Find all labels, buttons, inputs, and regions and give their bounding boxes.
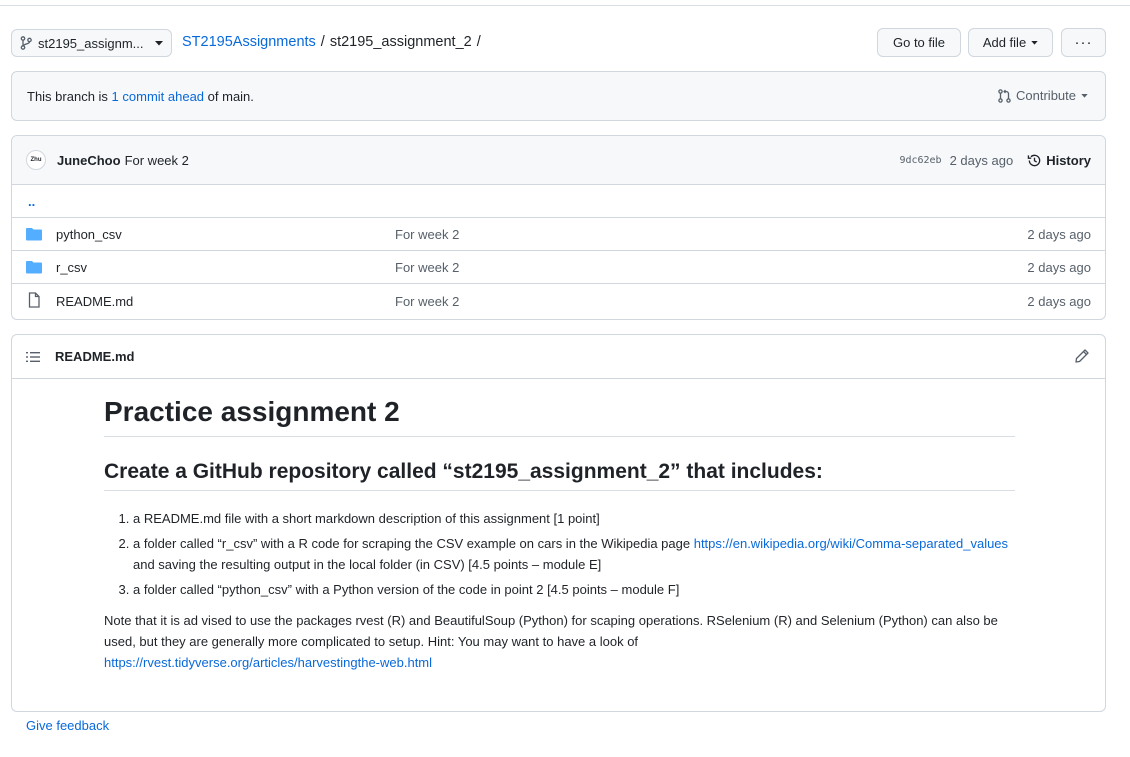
parent-directory-row[interactable]: .. — [12, 185, 1105, 218]
history-label: History — [1046, 153, 1091, 168]
readme-note-text: Note that it is ad vised to use the pack… — [104, 612, 998, 649]
git-branch-icon — [20, 36, 32, 50]
file-date: 2 days ago — [1027, 293, 1091, 309]
folder-icon — [26, 261, 42, 274]
add-file-button[interactable]: Add file — [968, 28, 1053, 57]
folder-icon — [26, 228, 42, 241]
list-item-text: and saving the resulting output in the l… — [133, 556, 602, 572]
breadcrumb-current-dir: st2195_assignment_2 — [329, 34, 472, 50]
file-commit-message[interactable]: For week 2 — [395, 294, 459, 309]
go-to-file-label: Go to file — [892, 35, 946, 50]
branch-selector-button[interactable]: st2195_assignm... — [11, 29, 172, 57]
list-item-text: a folder called “r_csv” with a R code fo… — [133, 535, 694, 551]
breadcrumb: ST2195Assignments / st2195_assignment_2 … — [182, 34, 481, 50]
list-item: a folder called “r_csv” with a R code fo… — [133, 533, 1015, 575]
branch-name: st2195_assignm... — [38, 35, 144, 51]
readme-list: a README.md file with a short markdown d… — [104, 508, 1015, 600]
avatar[interactable]: Zhu — [26, 150, 46, 170]
pencil-icon[interactable] — [1074, 348, 1090, 364]
breadcrumb-separator: / — [320, 34, 325, 50]
readme-heading-2: Create a GitHub repository called “st219… — [104, 459, 1015, 491]
breadcrumb-repo-link[interactable]: ST2195Assignments — [182, 34, 316, 50]
commit-time: 2 days ago — [949, 153, 1014, 168]
readme-heading-1: Practice assignment 2 — [104, 395, 1015, 437]
branch-ahead-prefix: This branch is — [27, 88, 112, 104]
wikipedia-link[interactable]: https://en.wikipedia.org/wiki/Comma-sepa… — [694, 536, 1008, 551]
commit-sha[interactable]: 9dc62eb — [899, 155, 941, 166]
contribute-button[interactable]: Contribute — [998, 88, 1088, 103]
branch-ahead-suffix: of main. — [204, 88, 254, 104]
file-row[interactable]: README.md For week 2 2 days ago — [12, 284, 1105, 318]
contribute-label: Contribute — [1016, 88, 1076, 103]
top-divider — [0, 5, 1130, 6]
parent-directory-link[interactable]: .. — [28, 194, 35, 209]
list-item: a folder called “python_csv” with a Pyth… — [133, 579, 1015, 600]
git-pull-request-icon — [998, 88, 1011, 103]
file-name[interactable]: python_csv — [56, 227, 122, 242]
add-file-label: Add file — [982, 35, 1027, 50]
file-name[interactable]: README.md — [56, 294, 133, 309]
file-date: 2 days ago — [1027, 226, 1091, 242]
file-row[interactable]: r_csv For week 2 2 days ago — [12, 251, 1105, 284]
go-to-file-button[interactable]: Go to file — [877, 28, 961, 57]
readme-panel: README.md Practice assignment 2 Create a… — [11, 334, 1106, 712]
caret-down-icon — [155, 40, 163, 45]
list-unordered-icon[interactable] — [26, 351, 40, 363]
file-commit-message[interactable]: For week 2 — [395, 227, 459, 242]
latest-commit-row: Zhu JuneChoo For week 2 9dc62eb 2 days a… — [12, 136, 1105, 185]
readme-filename: README.md — [55, 349, 135, 364]
branch-ahead-banner: This branch is 1 commit ahead of main. C… — [11, 71, 1106, 121]
commit-message[interactable]: For week 2 — [125, 153, 189, 168]
branch-ahead-text: This branch is 1 commit ahead of main. — [27, 89, 254, 104]
breadcrumb-separator: / — [476, 34, 481, 50]
list-item-text: a README.md file with a short markdown d… — [133, 510, 600, 526]
commit-author[interactable]: JuneChoo — [57, 153, 121, 168]
give-feedback-link[interactable]: Give feedback — [26, 718, 109, 733]
readme-note: Note that it is ad vised to use the pack… — [104, 610, 1015, 673]
history-link[interactable]: History — [1027, 153, 1091, 168]
file-icon — [28, 292, 40, 308]
history-icon — [1027, 154, 1041, 167]
commit-meta: 9dc62eb 2 days ago History — [899, 136, 1091, 185]
kebab-horizontal-icon: ··· — [1074, 34, 1093, 51]
readme-header: README.md — [12, 335, 1105, 379]
caret-down-icon — [1031, 40, 1038, 45]
list-item-text: a folder called “python_csv” with a Pyth… — [133, 581, 680, 597]
file-name[interactable]: r_csv — [56, 260, 87, 275]
list-item: a README.md file with a short markdown d… — [133, 508, 1015, 529]
readme-content: Practice assignment 2 Create a GitHub re… — [104, 395, 1015, 673]
more-options-button[interactable]: ··· — [1061, 28, 1106, 57]
rvest-link[interactable]: https://rvest.tidyverse.org/articles/har… — [104, 655, 432, 670]
file-list: Zhu JuneChoo For week 2 9dc62eb 2 days a… — [11, 135, 1106, 320]
commits-ahead-link[interactable]: 1 commit ahead — [112, 89, 205, 104]
caret-down-icon — [1081, 93, 1088, 98]
file-date: 2 days ago — [1027, 259, 1091, 275]
file-row[interactable]: python_csv For week 2 2 days ago — [12, 218, 1105, 251]
file-commit-message[interactable]: For week 2 — [395, 260, 459, 275]
